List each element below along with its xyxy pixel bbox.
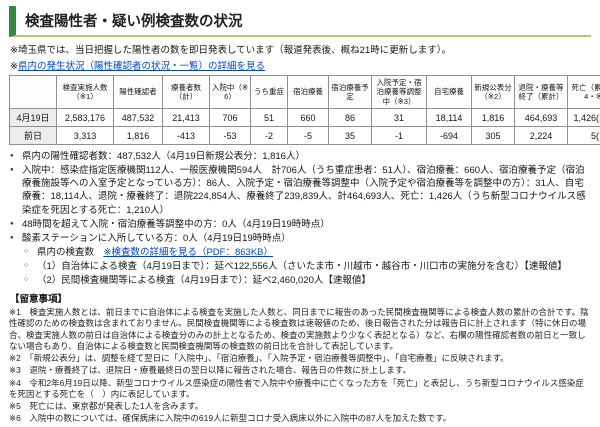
table-cell: -413 — [163, 127, 210, 145]
status-link-line: ※県内の発生状況（陽性確認者の状況・一覧）の詳細を見る — [10, 58, 591, 72]
note-item: ※2 「新規公表分」は、調整を経て翌日に「入院中」、「宿泊療養」、「入院予定・宿… — [9, 353, 591, 364]
table-cell: 51 — [251, 109, 288, 127]
test-count-list: 県内の検査数 ※検査数の詳細を見る（PDF：863KB） （1）自治体による検査（… — [9, 246, 591, 287]
column-header: 宿泊療養 — [288, 76, 329, 109]
table-cell: 18,114 — [427, 109, 472, 127]
table-cell: 1,816 — [114, 127, 163, 145]
table-cell: 86 — [329, 109, 372, 127]
column-header: 自宅療養 — [427, 76, 472, 109]
summary-list: 県内の陽性確認者数：487,532人（4月19日新規公表分：1,816人）入院中… — [9, 150, 591, 245]
note-item: ※4 令和2年6月19日以降、新型コロナウイルス感染症の陽性者で入院中や療養中に… — [9, 378, 591, 400]
summary-item: 県内の陽性確認者数：487,532人（4月19日新規公表分：1,816人） — [9, 150, 591, 163]
summary-item: 48時間を超えて入院・宿泊療養等調整中の方：0人（4月19日19時時点） — [9, 218, 591, 231]
column-header: 退院・療養等終了（累計） — [515, 76, 568, 109]
test-count-text: （1）自治体による検査（4月19日まで）：延べ122,556人（さいたま市・川越… — [37, 261, 567, 272]
column-header: 入院予定・宿泊療養等調整中（※3） — [372, 76, 427, 109]
table-corner-cell — [10, 76, 57, 109]
table-row: 前日3,3131,816-413-53-2-535-1-6943052,2245… — [10, 127, 600, 145]
table-cell: 464,693 — [515, 109, 568, 127]
table-cell: 31 — [372, 109, 427, 127]
summary-item: 酸素ステーションに入所している方：0人（4月19日19時時点） — [9, 232, 591, 245]
row-label: 4月19日 — [10, 109, 57, 127]
table-cell: -2 — [251, 127, 288, 145]
column-header: 新規公表分（※2） — [472, 76, 515, 109]
page: 検査陽性者・疑い例検査数の状況 ※埼玉県では、当日把握した陽性者の数を即日発表し… — [0, 0, 600, 427]
table-cell: 35 — [329, 127, 372, 145]
table-cell: 1,816 — [472, 109, 515, 127]
test-count-item: （2）民間検査機関等による検査（4月19日まで）：延べ2,460,020人【速報… — [24, 274, 591, 287]
table-cell: 1,426(1,210) — [568, 109, 600, 127]
table-cell: -53 — [210, 127, 251, 145]
table-cell: -1 — [372, 127, 427, 145]
status-link-prefix: ※ — [10, 61, 18, 72]
notes-title: 【留意事項】 — [10, 291, 591, 305]
table-row: 4月19日2,583,176487,53221,4137065166086311… — [10, 109, 600, 127]
test-count-item: （1）自治体による検査（4月19日まで）：延べ122,556人（さいたま市・川越… — [24, 260, 591, 273]
test-count-item: 県内の検査数 ※検査数の詳細を見る（PDF：863KB） — [24, 246, 591, 259]
column-header: 療養者数（計） — [163, 76, 210, 109]
table-cell: 2,583,176 — [57, 109, 114, 127]
table-cell: 305 — [472, 127, 515, 145]
note-item: ※1 検査実施人数とは、前日までに自治体による検査を実施した人数と、同日までに報… — [9, 307, 591, 352]
column-header: 死亡（累計）（※4・※5） — [568, 76, 600, 109]
test-count-text: 県内の検査数 — [37, 247, 104, 258]
table-header-row: 検査実施人数（※1）陽性確認者療養者数（計）入院中（※6）うち重症宿泊療養宿泊療… — [10, 76, 600, 109]
test-count-text: （2）民間検査機関等による検査（4月19日まで）：延べ2,460,020人【速報… — [37, 275, 371, 286]
row-label: 前日 — [10, 127, 57, 145]
table-cell: 3,313 — [57, 127, 114, 145]
note-item: ※6 入院中の数については、確保病床に入院中の619人に新型コロナ受入病床以外に… — [9, 413, 591, 424]
page-title: 検査陽性者・疑い例検査数の状況 — [9, 6, 591, 37]
summary-item: 入院中：感染症指定医療機関112人、一般医療機関594人 計706人（うち重症患… — [9, 164, 591, 216]
table-cell: 487,532 — [114, 109, 163, 127]
column-header: 陽性確認者 — [114, 76, 163, 109]
column-header: 宿泊療養予定 — [329, 76, 372, 109]
table-cell: 706 — [210, 109, 251, 127]
outbreak-status-link[interactable]: 県内の発生状況（陽性確認者の状況・一覧）の詳細を見る — [18, 61, 265, 72]
table-cell: 5(1) — [568, 127, 600, 145]
test-detail-pdf-link[interactable]: ※検査数の詳細を見る（PDF：863KB） — [104, 247, 273, 258]
table-cell: 21,413 — [163, 109, 210, 127]
note-item: ※5 死亡には、東京都が発表した1人を含みます。 — [9, 401, 591, 412]
table-cell: -5 — [288, 127, 329, 145]
table-cell: -694 — [427, 127, 472, 145]
table-cell: 2,224 — [515, 127, 568, 145]
status-table: 検査実施人数（※1）陽性確認者療養者数（計）入院中（※6）うち重症宿泊療養宿泊療… — [9, 75, 600, 145]
note-item: ※3 退院・療養終了は、退院日・療養最終日の翌日以降に報告された場合、報告日の件… — [9, 365, 591, 376]
column-header: 入院中（※6） — [210, 76, 251, 109]
notes-list: ※1 検査実施人数とは、前日までに自治体による検査を実施した人数と、同日までに報… — [9, 307, 591, 424]
update-notice: ※埼玉県では、当日把握した陽性者の数を即日発表しています（報道発表後、概ね21時… — [10, 42, 591, 56]
column-header: 検査実施人数（※1） — [57, 76, 114, 109]
column-header: うち重症 — [251, 76, 288, 109]
table-cell: 660 — [288, 109, 329, 127]
